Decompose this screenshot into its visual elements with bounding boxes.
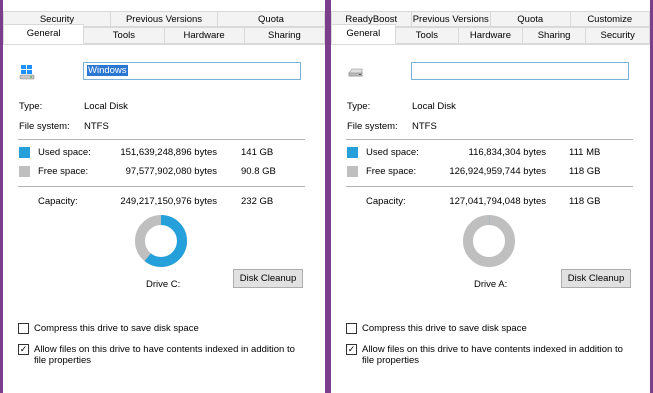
file-system-label: File system: <box>347 121 398 132</box>
used-space-bytes: 151,639,248,896 bytes <box>120 147 217 158</box>
tab-quota[interactable]: Quota <box>491 11 571 27</box>
divider <box>346 139 633 140</box>
capacity-label: Capacity: <box>38 196 78 207</box>
file-system-label: File system: <box>19 121 70 132</box>
divider <box>18 186 305 187</box>
disk-cleanup-button[interactable]: Disk Cleanup <box>561 269 631 288</box>
capacity-label: Capacity: <box>366 196 406 207</box>
index-label-line1: Allow files on this drive to have conten… <box>34 344 295 355</box>
type-label: Type: <box>19 101 43 112</box>
used-space-size: 111 MB <box>569 147 601 158</box>
usage-donut-chart <box>463 215 515 267</box>
file-system-value: NTFS <box>84 121 109 132</box>
drive-name-value: Windows <box>87 65 128 76</box>
compress-label: Compress this drive to save disk space <box>34 323 199 334</box>
tab-quota[interactable]: Quota <box>218 11 325 27</box>
compress-label: Compress this drive to save disk space <box>362 323 527 334</box>
free-space-label: Free space: <box>366 166 417 177</box>
drive-name-field[interactable]: Windows <box>83 62 301 80</box>
type-value: Local Disk <box>412 101 456 112</box>
used-space-size: 141 GB <box>241 147 274 158</box>
index-checkbox[interactable]: ✓ <box>346 344 357 355</box>
type-label: Type: <box>347 101 371 112</box>
tab-row-bottom: General Tools Hardware Sharing Security <box>331 24 650 45</box>
tab-customize[interactable]: Customize <box>570 11 650 27</box>
disk-cleanup-button[interactable]: Disk Cleanup <box>233 269 303 288</box>
free-space-size: 90.8 GB <box>241 166 276 177</box>
removable-drive-icon <box>348 68 363 77</box>
free-space-bytes: 126,924,959,744 bytes <box>449 166 546 177</box>
used-space-label: Used space: <box>366 147 419 158</box>
tab-hardware[interactable]: Hardware <box>459 27 523 44</box>
tab-tools[interactable]: Tools <box>84 27 165 44</box>
capacity-size: 118 GB <box>569 196 601 207</box>
tab-general[interactable]: General <box>331 24 396 44</box>
usage-donut-chart <box>135 215 187 267</box>
drive-label: Drive C: <box>146 279 181 290</box>
compress-checkbox[interactable] <box>346 323 357 334</box>
index-checkbox[interactable]: ✓ <box>18 344 29 355</box>
divider <box>18 139 305 140</box>
drive-c-properties-dialog: Security Previous Versions Quota General… <box>3 0 325 393</box>
windows-drive-icon <box>19 65 35 80</box>
type-value: Local Disk <box>84 101 128 112</box>
used-space-swatch <box>347 147 358 158</box>
drive-label: Drive A: <box>474 279 508 290</box>
drive-a-properties-dialog: ReadyBoost Previous Versions Quota Custo… <box>331 0 650 393</box>
file-system-value: NTFS <box>412 121 437 132</box>
index-label-line2: file properties <box>34 355 92 366</box>
tab-previous-versions[interactable]: Previous Versions <box>411 11 491 27</box>
tab-tools[interactable]: Tools <box>395 27 460 44</box>
capacity-bytes: 127,041,794,048 bytes <box>449 196 546 207</box>
used-space-label: Used space: <box>38 147 91 158</box>
free-space-label: Free space: <box>38 166 89 177</box>
index-label-line1: Allow files on this drive to have conten… <box>362 344 623 355</box>
free-space-bytes: 97,577,902,080 bytes <box>125 166 217 177</box>
tab-previous-versions[interactable]: Previous Versions <box>111 11 218 27</box>
capacity-size: 232 GB <box>241 196 274 207</box>
divider <box>346 186 633 187</box>
compress-checkbox[interactable] <box>18 323 29 334</box>
free-space-swatch <box>19 166 30 177</box>
tab-row-bottom: General Tools Hardware Sharing <box>3 24 325 45</box>
used-space-swatch <box>19 147 30 158</box>
tab-security[interactable]: Security <box>586 27 650 44</box>
capacity-bytes: 249,217,150,976 bytes <box>120 196 217 207</box>
tab-general[interactable]: General <box>3 24 85 44</box>
index-label-line2: file properties <box>362 355 420 366</box>
used-space-bytes: 116,834,304 bytes <box>468 147 546 158</box>
tab-hardware[interactable]: Hardware <box>164 27 245 44</box>
free-space-size: 118 GB <box>569 166 601 177</box>
free-space-swatch <box>347 166 358 177</box>
tab-sharing[interactable]: Sharing <box>522 27 587 44</box>
drive-name-field[interactable] <box>411 62 629 80</box>
free-space-ring <box>463 215 515 267</box>
tab-sharing[interactable]: Sharing <box>244 27 325 44</box>
